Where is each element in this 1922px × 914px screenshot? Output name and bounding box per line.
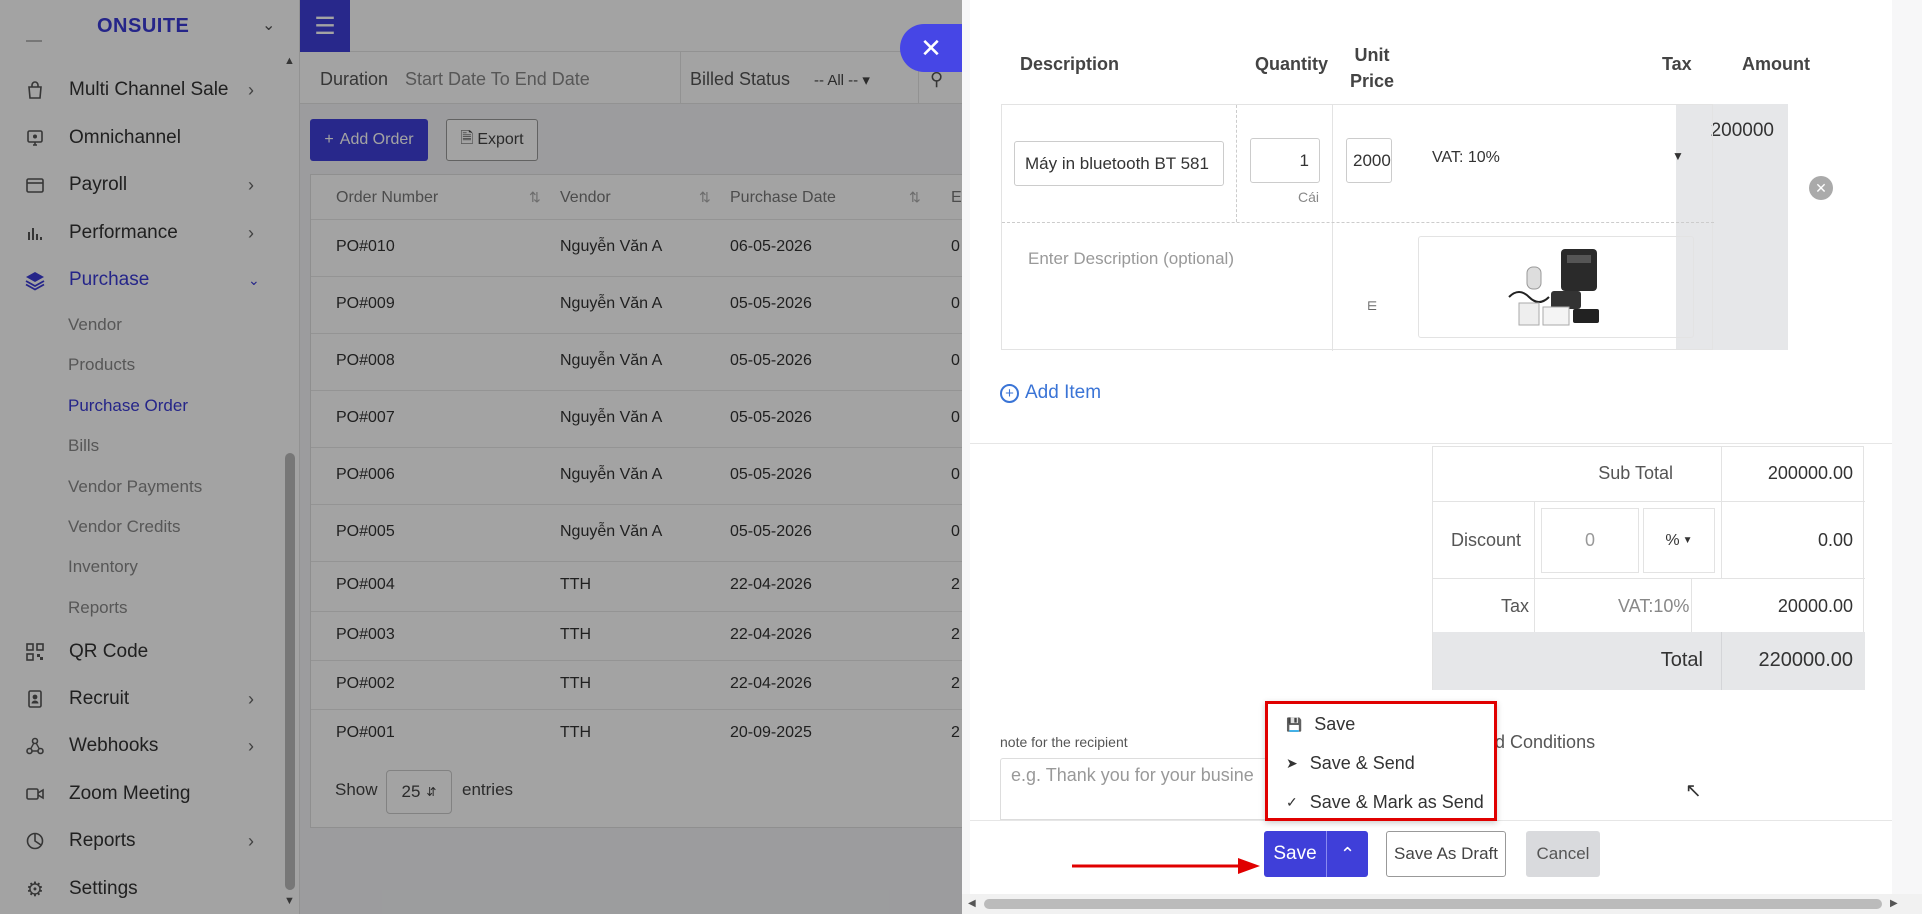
menu-item-save-and-mark-as-send[interactable]: ✓ Save & Mark as Send	[1286, 792, 1484, 813]
product-image	[1418, 236, 1694, 338]
close-icon: ✕	[1815, 179, 1827, 196]
tax-label: Tax	[1501, 596, 1530, 616]
tax-select-value: VAT: 10%	[1432, 149, 1500, 166]
quantity-input[interactable]: 1	[1250, 138, 1320, 183]
item-description-textarea[interactable]: Enter Description (optional)	[1014, 233, 1324, 338]
divider	[1691, 579, 1692, 633]
column-header-quantity: Quantity	[1255, 54, 1329, 74]
divider	[970, 443, 1892, 444]
note-textarea[interactable]: e.g. Thank you for your busine	[1000, 758, 1270, 820]
unit-label: Cái	[1298, 189, 1320, 205]
save-as-draft-button[interactable]: Save As Draft	[1386, 831, 1506, 877]
mouse-cursor-icon: ↖	[1685, 780, 1702, 802]
scroll-right-icon[interactable]: ▶	[1890, 898, 1898, 909]
totals-table: Sub Total 200000.00 Discount 0.00 0 % ▼ T…	[1432, 446, 1865, 690]
divider	[1236, 105, 1237, 222]
caret-down-icon: ▼	[1672, 149, 1684, 163]
caret-down-icon: ▼	[1682, 535, 1693, 546]
terms-label: nd Conditions	[1485, 732, 1596, 752]
save-options-menu: 💾 Save ➤ Save & Send ✓ Save & Mark as Send	[1265, 701, 1497, 821]
menu-item-label: Save	[1314, 714, 1356, 734]
menu-item-save-and-send[interactable]: ➤ Save & Send	[1286, 753, 1415, 774]
discount-input-value: 0	[1584, 530, 1595, 550]
divider	[1721, 447, 1722, 502]
discount-label: Discount	[1451, 530, 1522, 550]
divider	[1721, 632, 1722, 690]
annotation-arrow-icon	[1072, 858, 1260, 874]
subtotal-label: Sub Total	[1598, 463, 1673, 483]
floppy-icon: 💾	[1286, 716, 1303, 732]
divider	[1534, 502, 1535, 579]
discount-input[interactable]: 0	[1541, 508, 1639, 573]
save-options-toggle[interactable]: ⌃	[1326, 831, 1368, 877]
scrollbar-thumb[interactable]	[984, 899, 1882, 909]
menu-item-label: Save & Mark as Send	[1309, 792, 1484, 812]
divider	[1332, 105, 1333, 351]
discount-value: 0.00	[1817, 530, 1853, 550]
check-icon: ✓	[1286, 794, 1298, 810]
panel-horizontal-scrollbar[interactable]: ◀ ▶	[962, 894, 1922, 914]
add-item-button[interactable]: + Add Item	[1000, 382, 1101, 404]
total-value: 220000.00	[1758, 649, 1853, 671]
resize-handle-icon[interactable]: ⋿	[1367, 299, 1377, 313]
unit-price-input[interactable]: 200000	[1346, 138, 1392, 183]
send-icon: ➤	[1286, 755, 1298, 771]
chevron-up-icon: ⌃	[1339, 843, 1356, 864]
tax-value: 20000.00	[1777, 596, 1853, 616]
unit-price-line1: Unit	[1354, 45, 1390, 65]
discount-unit-value: %	[1665, 531, 1680, 549]
add-item-label: Add Item	[1025, 382, 1102, 403]
line-item: Máy in bluetooth BT 581 1 Cái 200000 VAT…	[1001, 104, 1714, 351]
total-row: Total 220000.00	[1433, 632, 1865, 690]
column-header-amount: Amount	[1742, 54, 1810, 74]
subtotal-row: Sub Total 200000.00	[1433, 447, 1865, 502]
divider	[1534, 579, 1535, 633]
menu-item-save[interactable]: 💾 Save	[1286, 714, 1355, 735]
note-label: note for the recipient	[1000, 734, 1128, 750]
tax-row: Tax VAT:10% 20000.00	[1433, 579, 1865, 633]
divider	[1721, 502, 1722, 579]
discount-unit-select[interactable]: % ▼	[1643, 508, 1715, 573]
subtotal-value: 200000.00	[1767, 463, 1853, 483]
tax-name: VAT:10%	[1618, 596, 1690, 616]
scroll-left-icon[interactable]: ◀	[968, 898, 976, 909]
item-form: Description Quantity Unit Price Tax Amoun…	[970, 0, 1892, 820]
menu-item-label: Save & Send	[1309, 753, 1415, 773]
column-header-description: Description	[1020, 54, 1120, 74]
close-panel-button[interactable]: ✕	[900, 24, 962, 72]
save-button[interactable]: Save	[1264, 831, 1326, 877]
plus-circle-icon: +	[1000, 383, 1019, 403]
column-header-tax: Tax	[1662, 54, 1692, 74]
item-name-input[interactable]: Máy in bluetooth BT 581	[1014, 141, 1224, 186]
remove-item-button[interactable]: ✕	[1809, 176, 1833, 200]
unit-price-line2: Price	[1350, 71, 1395, 91]
column-header-unit-price: Unit Price	[1350, 42, 1394, 94]
divider	[1002, 222, 1714, 223]
close-icon: ✕	[920, 32, 942, 63]
printer-image	[1508, 249, 1599, 326]
cancel-button[interactable]: Cancel	[1526, 831, 1600, 877]
total-label: Total	[1660, 649, 1703, 671]
